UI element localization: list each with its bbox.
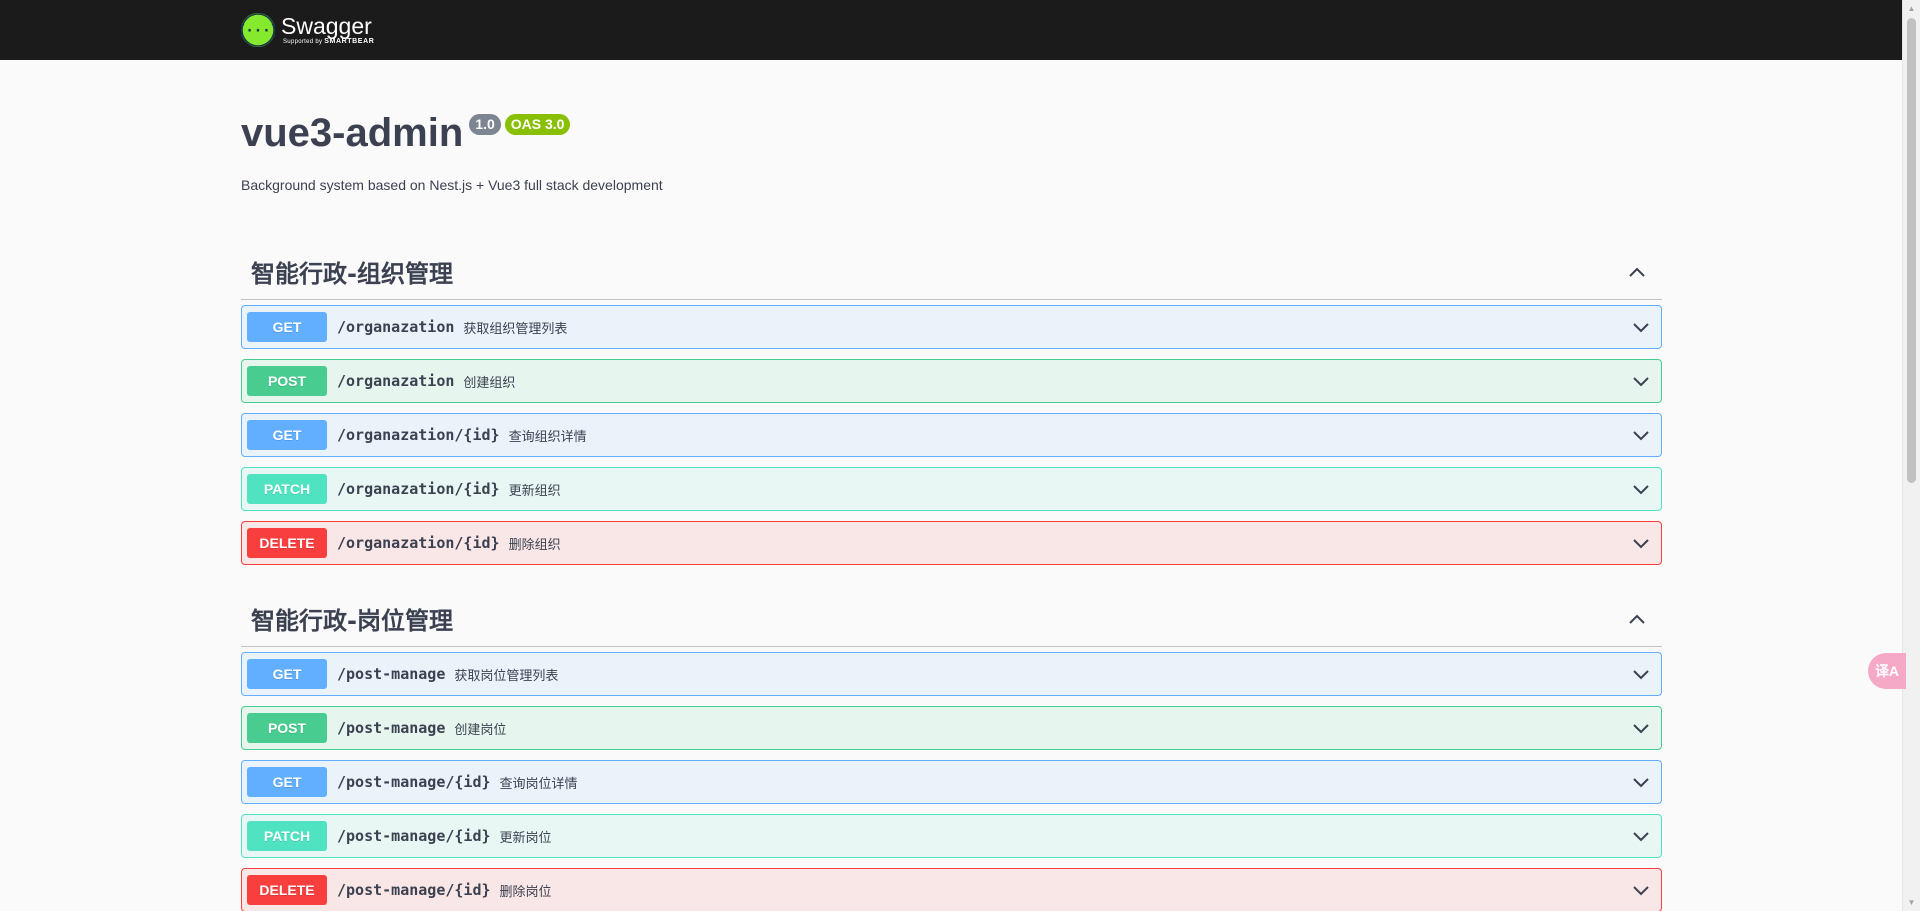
chevron-down-icon[interactable] <box>1626 875 1656 905</box>
operation-path: /post-manage <box>337 665 446 683</box>
chevron-down-icon[interactable] <box>1626 366 1656 396</box>
operation-summary: 更新组织 <box>508 483 561 499</box>
method-badge: DELETE <box>247 875 327 905</box>
swagger-logo-icon: {···} <box>241 13 275 47</box>
method-badge: POST <box>247 366 327 396</box>
operation-summary: 查询组织详情 <box>508 429 587 445</box>
chevron-down-icon[interactable] <box>1626 821 1656 851</box>
tag-title: 智能行政-岗位管理 <box>251 607 453 635</box>
chevron-up-icon[interactable] <box>1622 257 1652 287</box>
method-badge: PATCH <box>247 474 327 504</box>
tag-header[interactable]: 智能行政-岗位管理 <box>241 591 1662 647</box>
operation-summary: 删除组织 <box>508 537 561 553</box>
operation-summary: 获取岗位管理列表 <box>454 668 559 684</box>
method-badge: GET <box>247 420 327 450</box>
translate-icon[interactable]: 译A <box>1868 653 1906 689</box>
logo-text: Swagger Supported by SMARTBEAR <box>281 14 374 46</box>
api-title-block: vue3-admin 1.0 OAS 3.0 <box>241 108 571 158</box>
chevron-down-icon[interactable] <box>1626 528 1656 558</box>
operation-row[interactable]: GET /post-manage 获取岗位管理列表 <box>241 652 1662 696</box>
tag-header[interactable]: 智能行政-组织管理 <box>241 244 1662 300</box>
chevron-down-icon[interactable] <box>1626 713 1656 743</box>
operation-summary: 删除岗位 <box>499 884 552 900</box>
operation-summary: 创建组织 <box>463 375 516 391</box>
page-title: vue3-admin <box>241 111 464 155</box>
tag-title: 智能行政-组织管理 <box>251 260 453 288</box>
operation-row[interactable]: DELETE /post-manage/{id} 删除岗位 <box>241 868 1662 911</box>
chevron-down-icon[interactable] <box>1626 312 1656 342</box>
method-badge: POST <box>247 713 327 743</box>
operation-summary: 创建岗位 <box>454 722 507 738</box>
translate-glyph: 译A <box>1874 663 1900 679</box>
method-badge: GET <box>247 767 327 797</box>
chevron-down-icon[interactable] <box>1626 420 1656 450</box>
chevron-down-icon[interactable] <box>1626 474 1656 504</box>
chevron-up-icon[interactable] <box>1622 604 1652 634</box>
method-badge: GET <box>247 659 327 689</box>
operation-row[interactable]: GET /organazation 获取组织管理列表 <box>241 305 1662 349</box>
operation-row[interactable]: POST /post-manage 创建岗位 <box>241 706 1662 750</box>
oas-badge: OAS 3.0 <box>504 114 571 135</box>
method-badge: DELETE <box>247 528 327 558</box>
api-description: Background system based on Nest.js + Vue… <box>241 177 663 193</box>
operation-path: /post-manage/{id} <box>337 773 491 791</box>
operation-summary: 获取组织管理列表 <box>463 321 568 337</box>
tag-section-post-manage: 智能行政-岗位管理 GET /post-manage 获取岗位管理列表 POST… <box>241 591 1662 911</box>
operation-path: /post-manage/{id} <box>337 881 491 899</box>
chevron-down-icon[interactable] <box>1626 767 1656 797</box>
scroll-up-arrow-icon[interactable]: ▲ <box>1903 0 1920 17</box>
operation-path: /organazation <box>337 372 455 390</box>
operation-row[interactable]: POST /organazation 创建组织 <box>241 359 1662 403</box>
method-badge: GET <box>247 312 327 342</box>
operation-summary: 更新岗位 <box>499 830 552 846</box>
operation-row[interactable]: GET /post-manage/{id} 查询岗位详情 <box>241 760 1662 804</box>
operation-path: /organazation/{id} <box>337 534 500 552</box>
brand-name: Swagger <box>281 13 372 39</box>
operation-path: /post-manage/{id} <box>337 827 491 845</box>
method-badge: PATCH <box>247 821 327 851</box>
chevron-down-icon[interactable] <box>1626 659 1656 689</box>
tag-section-organization: 智能行政-组织管理 GET /organazation 获取组织管理列表 POS… <box>241 244 1662 575</box>
operation-row[interactable]: PATCH /post-manage/{id} 更新岗位 <box>241 814 1662 858</box>
brand-company: SMARTBEAR <box>324 38 375 45</box>
svg-text:{···}: {···} <box>241 23 275 39</box>
scroll-thumb[interactable] <box>1907 18 1916 483</box>
scroll-down-arrow-icon[interactable]: ▼ <box>1903 894 1920 911</box>
operation-path: /organazation/{id} <box>337 480 500 498</box>
version-badge: 1.0 <box>469 114 501 135</box>
operation-path: /post-manage <box>337 719 446 737</box>
operation-row[interactable]: PATCH /organazation/{id} 更新组织 <box>241 467 1662 511</box>
page-scrollbar[interactable]: ▲ ▼ <box>1902 0 1920 911</box>
operation-path: /organazation/{id} <box>337 426 500 444</box>
operation-row[interactable]: GET /organazation/{id} 查询组织详情 <box>241 413 1662 457</box>
brand-sub: Supported by SMARTBEAR <box>283 38 374 46</box>
topbar: {···} Swagger Supported by SMARTBEAR <box>0 0 1902 60</box>
swagger-logo-link[interactable]: {···} Swagger Supported by SMARTBEAR <box>241 10 374 50</box>
operation-summary: 查询岗位详情 <box>499 776 578 792</box>
brand-sub-text: Supported by <box>283 39 323 45</box>
operation-path: /organazation <box>337 318 455 336</box>
operation-row[interactable]: DELETE /organazation/{id} 删除组织 <box>241 521 1662 565</box>
